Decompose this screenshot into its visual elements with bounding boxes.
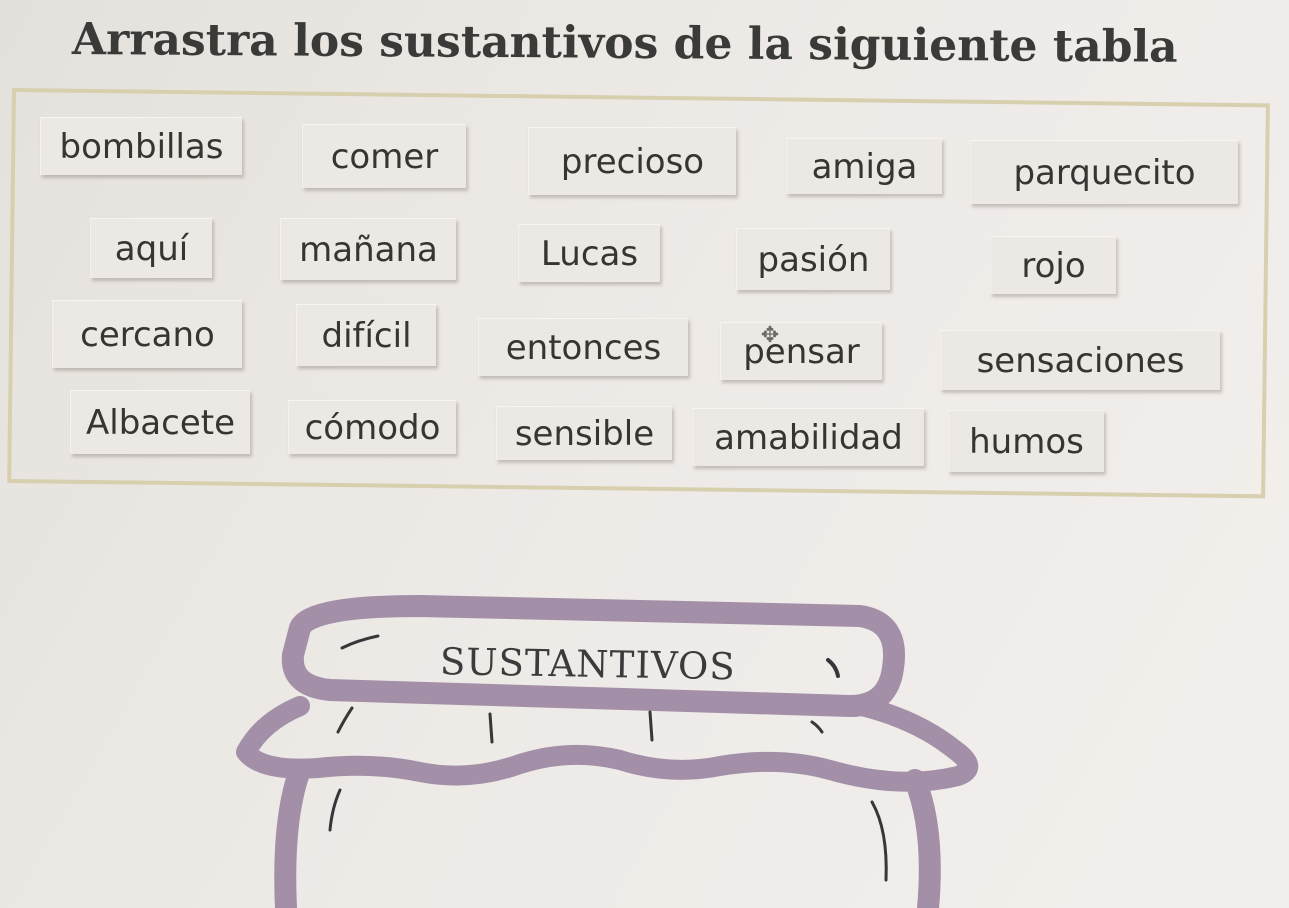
word-tile[interactable]: pensar ✥ <box>720 322 882 380</box>
word-tile-label: parquecito <box>1013 152 1196 193</box>
word-tile[interactable]: amabilidad <box>692 408 924 466</box>
word-tile[interactable]: bombillas <box>40 117 242 175</box>
word-tile-label: sensible <box>514 413 655 454</box>
word-tile[interactable]: entonces <box>478 318 688 376</box>
word-tile-label: cómodo <box>304 407 441 448</box>
word-tile-label: pasión <box>757 239 870 280</box>
word-tile[interactable]: humos <box>948 410 1104 472</box>
word-tile[interactable]: Lucas <box>518 224 660 282</box>
instruction-title: Arrastra los sustantivos de la siguiente… <box>71 14 1178 73</box>
word-tile[interactable]: Albacete <box>70 390 250 454</box>
word-tile[interactable]: sensible <box>496 406 672 460</box>
word-tile-label: cercano <box>80 314 215 355</box>
word-tile[interactable]: rojo <box>990 236 1116 294</box>
jar-icon <box>236 595 979 908</box>
word-tile[interactable]: mañana <box>280 218 456 280</box>
word-tile-label: humos <box>969 421 1084 462</box>
word-tile-label: precioso <box>560 141 705 182</box>
word-tile[interactable]: amiga <box>786 138 942 194</box>
word-tile-label: aquí <box>114 228 189 269</box>
word-tile[interactable]: pasión <box>736 228 890 290</box>
drop-target-jar[interactable] <box>0 590 1289 908</box>
word-tile-label: Albacete <box>86 402 235 443</box>
word-tile-label: amabilidad <box>714 417 903 458</box>
word-tile[interactable]: comer <box>302 124 466 188</box>
word-tile[interactable]: difícil <box>296 304 436 366</box>
word-tile[interactable]: precioso <box>528 127 736 195</box>
word-tile-label: rojo <box>1021 245 1086 286</box>
move-arrows-icon: ✥ <box>760 323 780 348</box>
word-tile-label: entonces <box>505 327 662 368</box>
word-tile[interactable]: aquí <box>90 218 212 278</box>
word-tile[interactable]: cercano <box>52 300 242 368</box>
word-tile-label: sensaciones <box>976 340 1185 381</box>
word-tile-label: bombillas <box>59 126 224 167</box>
word-tile-label: comer <box>330 136 439 177</box>
word-tile[interactable]: parquecito <box>970 140 1238 204</box>
word-tile-label: difícil <box>321 315 412 356</box>
word-tile-label: amiga <box>811 146 918 187</box>
word-tile[interactable]: cómodo <box>288 400 456 454</box>
word-tile-label: Lucas <box>540 233 639 274</box>
word-tile-label: mañana <box>299 229 438 270</box>
drop-target-label: SUSTANTIVOS <box>439 640 737 689</box>
word-tile[interactable]: sensaciones <box>940 330 1220 390</box>
